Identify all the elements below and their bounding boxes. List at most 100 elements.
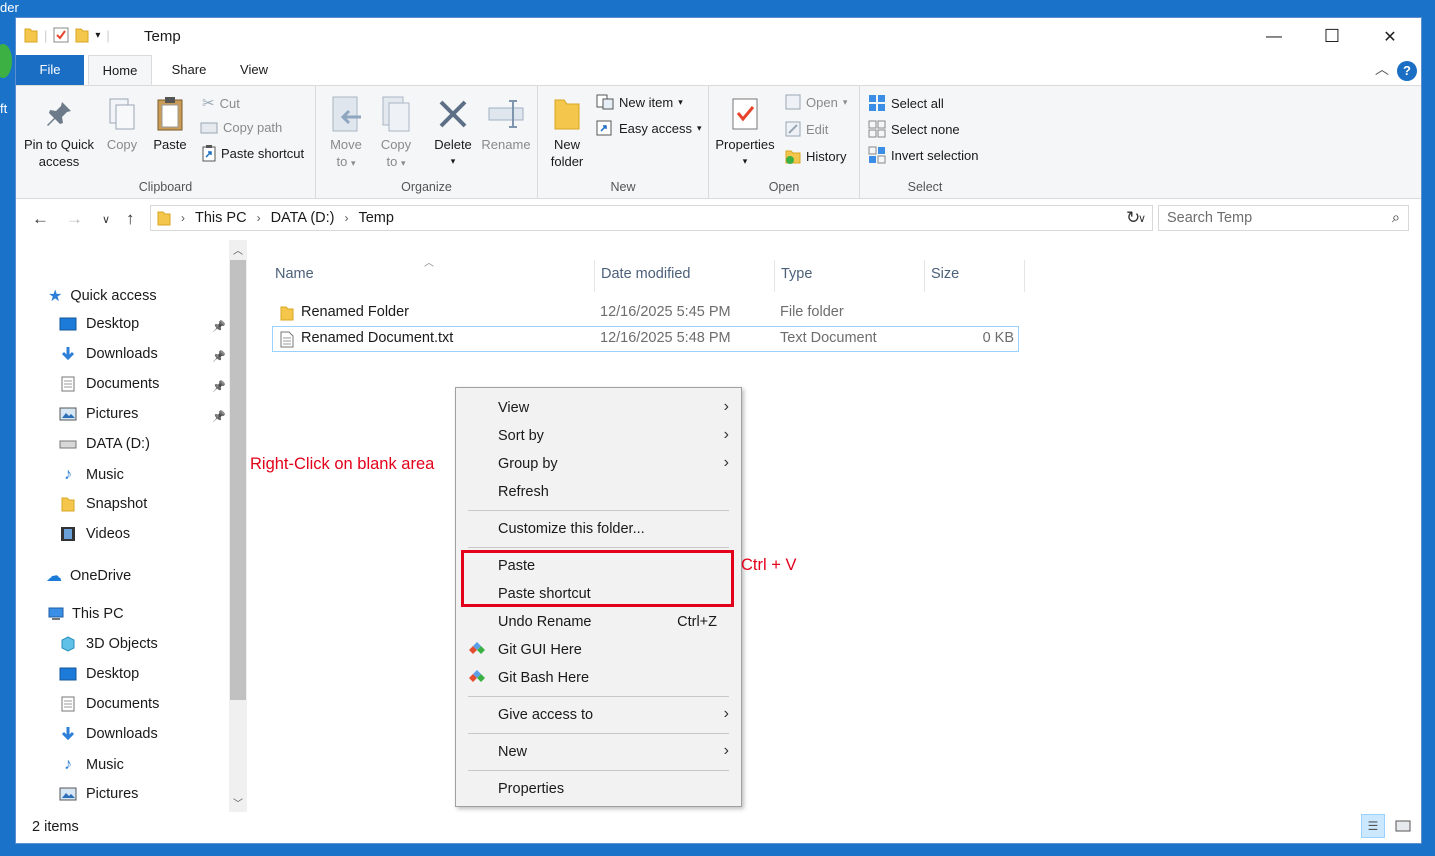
nav-item-snapshot[interactable]: Snapshot [58,496,147,512]
pin-to-quick-access-button[interactable]: Pin to Quick access [22,92,96,170]
recent-locations-chevron-icon[interactable]: ∨ [102,213,110,226]
column-header-date-modified[interactable]: Date modified [601,266,690,282]
pinned-icon[interactable]: 📌 [212,410,226,423]
nav-item-data-d[interactable]: DATA (D:) [58,436,150,452]
nav-item-desktop[interactable]: Desktop [58,666,139,682]
search-input[interactable]: Search Temp ⌕ [1158,205,1409,231]
window-title: Temp [144,28,181,45]
scroll-down-icon[interactable]: ﹀ [233,795,243,810]
breadcrumb-temp[interactable]: Temp [358,210,393,226]
cut-button[interactable]: ✂ Cut [202,94,240,112]
forward-arrow-icon[interactable]: → [66,209,83,229]
menu-item-group-by[interactable]: Group by › [456,450,741,478]
back-arrow-icon[interactable]: ← [32,209,49,229]
menu-item-give-access[interactable]: Give access to › [456,701,741,729]
invert-selection-button[interactable]: Invert selection [868,146,978,164]
nav-item-3d-objects[interactable]: 3D Objects [58,636,158,652]
menu-item-properties[interactable]: Properties [456,775,741,803]
minimize-button[interactable]: — [1245,18,1303,55]
delete-button[interactable]: Delete ▾ [428,92,478,170]
address-box[interactable]: › This PC › DATA (D:) › Temp ∨ [150,205,1153,231]
select-all-button[interactable]: Select all [868,94,944,112]
pinned-icon[interactable]: 📌 [212,350,226,363]
nav-item-downloads[interactable]: Downloads [58,726,158,742]
move-to-label-1: Move [330,137,362,152]
details-view-button[interactable]: ☰ [1361,814,1385,838]
menu-item-customize[interactable]: Customize this folder... [456,515,741,543]
customize-toolbar-chevron-icon[interactable]: ▾ [95,30,100,41]
menu-item-new[interactable]: New › [456,738,741,766]
new-folder-button[interactable]: New folder [544,92,590,170]
easy-access-button[interactable]: Easy access ▾ [596,120,702,136]
submenu-arrow-icon: › [723,398,729,415]
select-none-button[interactable]: Select none [868,120,960,138]
copy-path-button[interactable]: Copy path [200,120,282,135]
tab-view[interactable]: View [230,55,278,85]
tab-home[interactable]: Home [88,55,152,85]
rename-button[interactable]: Rename [480,92,532,153]
large-icons-view-button[interactable] [1391,814,1415,838]
computer-icon [48,607,64,620]
menu-item-undo-rename[interactable]: Undo Rename Ctrl+Z [456,608,741,636]
copy-button[interactable]: Copy [100,92,144,153]
nav-item-documents[interactable]: Documents [58,696,159,712]
paste-button[interactable]: Paste [148,92,192,153]
menu-item-git-gui[interactable]: Git GUI Here [456,636,741,664]
delete-label: Delete [434,137,472,152]
column-header-type[interactable]: Type [781,266,812,282]
breadcrumb-data-drive[interactable]: DATA (D:) [271,210,335,226]
new-folder-icon[interactable] [75,27,89,43]
menu-item-git-bash[interactable]: Git Bash Here [456,664,741,692]
tab-file[interactable]: File [16,55,84,85]
nav-scrollbar[interactable]: ︿ ﹀ [229,240,247,812]
nav-quick-access[interactable]: ★ Quick access [48,286,157,306]
copy-to-button[interactable]: Copy to ▾ [374,92,418,172]
nav-item-videos[interactable]: Videos [58,526,130,542]
nav-scrollbar-thumb[interactable] [230,260,246,700]
new-item-button[interactable]: New item ▾ [596,94,683,110]
nav-item-music[interactable]: ♪ Music [58,756,124,774]
properties-check-icon[interactable] [53,27,69,43]
scroll-up-icon[interactable]: ︿ [233,242,243,257]
music-icon: ♪ [64,756,72,773]
nav-this-pc[interactable]: This PC [48,606,124,622]
close-button[interactable]: ✕ [1361,18,1419,55]
documents-icon [58,376,78,392]
breadcrumb-separator-icon[interactable]: › [181,211,185,225]
file-row[interactable]: Renamed Folder 12/16/2025 5:45 PM File f… [272,300,1019,326]
nav-item-music[interactable]: ♪ Music [58,466,124,484]
breadcrumb-separator-icon[interactable]: › [257,211,261,225]
pinned-icon[interactable]: 📌 [212,320,226,333]
file-row[interactable]: Renamed Document.txt 12/16/2025 5:48 PM … [272,326,1019,352]
file-list[interactable]: ︿ Name Date modified Type Size Renamed F… [254,240,1421,816]
copy-path-icon [200,122,218,133]
column-header-name[interactable]: Name [275,266,314,282]
nav-item-label: Downloads [86,726,158,742]
menu-item-view[interactable]: View › [456,394,741,422]
breadcrumb-separator-icon[interactable]: › [344,211,348,225]
tab-share[interactable]: Share [164,55,214,85]
menu-item-sort-by[interactable]: Sort by › [456,422,741,450]
nav-onedrive[interactable]: ☁ OneDrive [46,566,131,586]
open-button[interactable]: Open ▾ [785,94,847,110]
nav-item-pictures[interactable]: Pictures [58,786,138,802]
breadcrumb-this-pc[interactable]: This PC [195,210,247,226]
collapse-ribbon-icon[interactable]: ︿ [1375,59,1389,79]
nav-item-downloads[interactable]: Downloads [58,346,158,362]
history-button[interactable]: History [785,148,846,164]
menu-item-refresh[interactable]: Refresh [456,478,741,506]
paste-shortcut-button[interactable]: Paste shortcut [202,145,304,162]
nav-item-desktop[interactable]: Desktop [58,316,139,332]
nav-item-documents[interactable]: Documents [58,376,159,392]
properties-button[interactable]: Properties ▾ [713,92,777,170]
column-header-size[interactable]: Size [931,266,959,282]
file-size: 0 KB [982,330,1014,346]
pinned-icon[interactable]: 📌 [212,380,226,393]
nav-item-pictures[interactable]: Pictures [58,406,138,422]
up-arrow-icon[interactable]: ↑ [126,209,135,229]
move-to-button[interactable]: Move to ▾ [324,92,368,172]
edit-button[interactable]: Edit [785,121,828,137]
help-icon[interactable]: ? [1397,61,1417,81]
maximize-button[interactable]: ☐ [1303,18,1361,55]
refresh-icon[interactable]: ↻ [1126,208,1140,228]
